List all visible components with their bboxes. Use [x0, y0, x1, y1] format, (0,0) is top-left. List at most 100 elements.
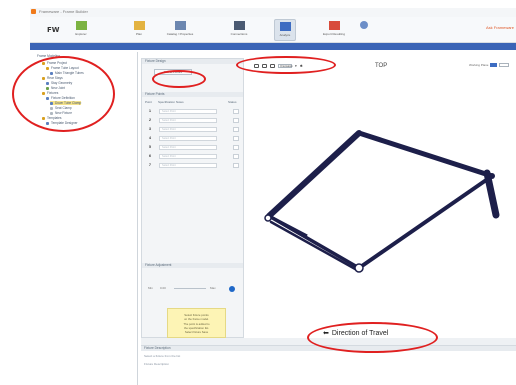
tree-item[interactable]: Fixtures [42, 91, 58, 95]
fixture-panel: Fixture Design Select Fixture Fixture Po… [141, 58, 244, 338]
tree-item-label: Rear Stays [47, 76, 63, 80]
catalog-icon [174, 21, 186, 30]
rear-dropout[interactable] [264, 214, 272, 222]
point-status-button[interactable] [233, 118, 239, 123]
bottom-bracket[interactable] [354, 263, 364, 273]
tree-item-label: Fixtures [47, 91, 59, 95]
point-note-field[interactable]: Select Point [159, 136, 217, 141]
view-top-icon[interactable] [270, 64, 275, 68]
point-status-button[interactable] [233, 109, 239, 114]
tree-item[interactable]: Main Triangle Tubes [50, 71, 84, 75]
window-title: Frameware - Frame Builder [39, 9, 88, 14]
arrow-left-icon: ⬅ [323, 330, 329, 337]
explorer-icon [75, 21, 87, 30]
fixture-icon [50, 106, 53, 110]
chain-stay-inner[interactable] [269, 220, 359, 272]
tree-item[interactable]: Seat Clamp [50, 106, 72, 110]
tree-item-label: Frame Tube Layout [51, 66, 79, 70]
tree-item[interactable]: Template Designer [46, 121, 78, 125]
tree-item[interactable]: Rear Stays [42, 76, 63, 80]
head-tube-joint[interactable] [489, 173, 495, 179]
ribbon-button-analyze[interactable]: Analyze [274, 19, 296, 41]
ribbon-button-plan[interactable]: Plan [128, 19, 150, 41]
working-plane-field[interactable] [499, 63, 510, 67]
view-name-label: TOP [375, 63, 388, 69]
point-status-button[interactable] [233, 127, 239, 132]
point-note-field[interactable]: Select Point [159, 163, 217, 168]
settings-icon[interactable]: ✱ [300, 64, 303, 68]
points-table-header: Point Specification Notes Status [145, 100, 241, 105]
description-field-label: Fixture Description [144, 362, 170, 366]
ribbon-button-connections[interactable]: Connections [221, 19, 257, 41]
direction-label: Direction of Travel [331, 329, 389, 337]
slider-handle[interactable] [229, 286, 235, 292]
ribbon-button-help[interactable] [357, 19, 371, 41]
point-row: 6 Select Point [145, 154, 241, 160]
view-front-icon[interactable] [254, 64, 259, 68]
section-fixture-adjustment: Fixture Adjustment [142, 263, 243, 268]
top-tube[interactable] [356, 130, 495, 179]
tree-item[interactable]: Down Tube Clamp [50, 101, 82, 105]
point-note-field[interactable]: Select Point [159, 118, 217, 123]
template-icon [46, 121, 49, 125]
orientation-dropdown[interactable]: Orientation [278, 64, 293, 68]
folder-icon [42, 76, 45, 80]
ribbon-button-label: Catalog / Properties [166, 32, 194, 36]
select-fixture-button[interactable]: Select Fixture [154, 69, 192, 75]
point-status-button[interactable] [233, 163, 239, 168]
down-tube[interactable] [266, 130, 362, 219]
analyze-icon [279, 22, 291, 31]
panel-divider[interactable] [141, 338, 516, 345]
description-panel: Fixture Description Select a fixture fro… [141, 345, 516, 385]
fixture-icon [50, 111, 53, 115]
point-status-button[interactable] [233, 154, 239, 159]
tree-item-label: Template Designer [51, 121, 78, 125]
point-note-field[interactable]: Select Point [159, 127, 217, 132]
tree-item[interactable]: New Fixture [50, 111, 72, 115]
point-note-field[interactable]: Select Point [159, 154, 217, 159]
point-row: 3 Select Point [145, 127, 241, 133]
point-status-button[interactable] [233, 145, 239, 150]
ask-link[interactable]: Ask Frameware [486, 25, 514, 30]
position-slider[interactable]: Min 0.00 Max [148, 286, 240, 292]
tree-item[interactable]: Frame Project [42, 61, 67, 65]
description-header: Fixture Description [141, 346, 516, 351]
point-number: 1 [149, 109, 151, 113]
stay-bridge[interactable] [268, 214, 308, 238]
ribbon-button-label: Export Resulting [322, 32, 345, 36]
fixture-icon [46, 96, 49, 100]
ribbon-button-catalog-properties[interactable]: Catalog / Properties [161, 19, 199, 41]
column-notes: Specification Notes [158, 100, 184, 104]
dropdown-chevron-icon[interactable]: ▾ [295, 64, 297, 68]
model-viewport[interactable]: Orientation ▾ ✱ TOP Working Plane ⬅ Dire… [247, 58, 516, 337]
instruction-note: Select fixture points on the frame model… [167, 308, 226, 338]
section-fixture-design: Fixture Design [142, 59, 243, 64]
tree-item[interactable]: Templates [42, 116, 62, 120]
slider-track[interactable] [174, 288, 206, 289]
tree-heading-label: Frame Modeling [37, 54, 61, 58]
view-side-icon[interactable] [262, 64, 267, 68]
layout-icon [46, 66, 49, 70]
working-plane-control: Working Plane [469, 63, 510, 67]
folder-icon [42, 116, 45, 120]
point-note-field[interactable]: Select Point [159, 145, 217, 150]
point-row: 4 Select Point [145, 136, 241, 142]
tree-item[interactable]: Fixture Definition [46, 96, 75, 100]
seat-tube[interactable] [357, 174, 494, 270]
point-number: 7 [149, 163, 151, 167]
tree-item[interactable]: Stay Geometry [46, 81, 72, 85]
head-tube[interactable] [483, 169, 500, 219]
point-status-button[interactable] [233, 136, 239, 141]
slider-value: 0.00 [160, 286, 166, 290]
tree-item[interactable]: New Joint [46, 86, 65, 90]
description-hint: Select a fixture from the list [144, 354, 181, 358]
plan-icon [133, 21, 145, 30]
point-row: 5 Select Point [145, 145, 241, 151]
tree-item[interactable]: Frame Tube Layout [46, 66, 79, 70]
ribbon-button-explorer[interactable]: Explorer [66, 19, 96, 41]
bicycle-frame-model[interactable] [247, 58, 516, 336]
working-plane-toggle[interactable] [490, 63, 498, 67]
ribbon-button-export-resulting[interactable]: Export Resulting [314, 19, 354, 41]
point-number: 5 [149, 145, 151, 149]
point-note-field[interactable]: Select Point [159, 109, 217, 114]
